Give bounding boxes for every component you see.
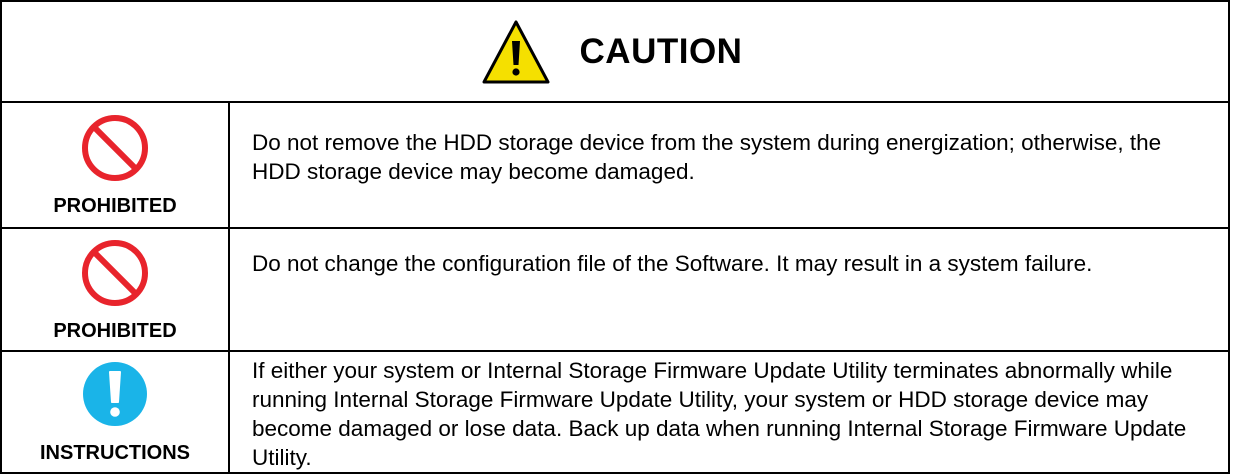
- icon-cell: INSTRUCTIONS: [0, 350, 230, 474]
- icon-label: PROHIBITED: [53, 195, 177, 217]
- icon-cell: PROHIBITED: [0, 227, 230, 352]
- row-text: Do not change the configuration file of …: [228, 227, 1230, 352]
- row-text: Do not remove the HDD storage device fro…: [228, 101, 1230, 229]
- table-row: PROHIBITED Do not remove the HDD storage…: [0, 101, 1230, 229]
- row-text: If either your system or Internal Storag…: [228, 350, 1230, 474]
- caution-table: CAUTION PROHIBITED Do not remove the HDD…: [0, 0, 1230, 474]
- prohibited-icon: [80, 113, 150, 183]
- warning-triangle-icon: [482, 19, 550, 85]
- icon-cell: PROHIBITED: [0, 101, 230, 229]
- icon-label: PROHIBITED: [53, 319, 177, 342]
- table-row: PROHIBITED Do not change the configurati…: [0, 227, 1230, 352]
- caution-title: CAUTION: [579, 31, 743, 71]
- caution-header: CAUTION: [0, 0, 1230, 103]
- exclamation-icon: [81, 360, 149, 428]
- icon-label: INSTRUCTIONS: [40, 442, 190, 464]
- prohibited-icon: [80, 238, 150, 308]
- table-row: INSTRUCTIONS If either your system or In…: [0, 350, 1230, 474]
